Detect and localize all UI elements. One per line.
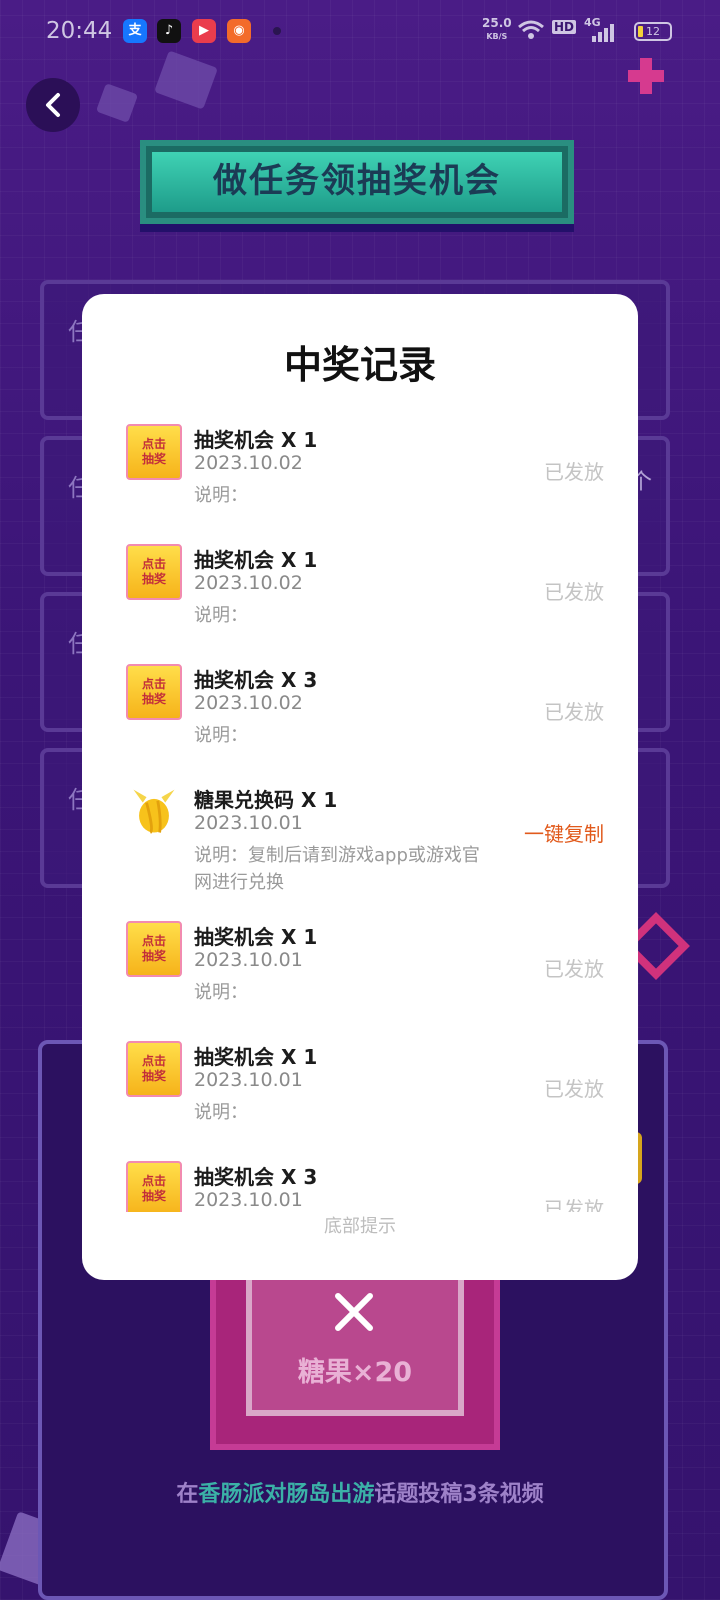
ticket-icon-text: 点击 <box>141 677 166 691</box>
pixel-deco <box>628 70 664 82</box>
record-date: 2023.10.01 <box>194 812 303 834</box>
ticket-icon-text: 点击 <box>141 1054 166 1068</box>
record-status: 已发放 <box>544 460 604 484</box>
wifi-icon <box>518 20 544 44</box>
record-title: 抽奖机会 X 1 <box>194 428 318 452</box>
back-button[interactable] <box>26 78 80 132</box>
ticket-icon-text: 点击 <box>141 1174 166 1188</box>
record-note: 说明：复制后请到游戏app或游戏官网进行兑换 <box>194 845 480 893</box>
battery-icon: 12 <box>634 22 672 41</box>
record-status: 已发放 <box>544 1197 604 1212</box>
signal-icon <box>590 24 614 46</box>
record-note: 说明： <box>194 982 248 1003</box>
record-row: 点击 抽奖 抽奖机会 X 3 2023.10.02 说明： 已发放 <box>82 654 638 774</box>
pixel-deco <box>640 82 652 94</box>
ticket-icon-text: 点击 <box>141 437 166 451</box>
record-date: 2023.10.02 <box>194 572 303 594</box>
record-date: 2023.10.01 <box>194 1189 303 1211</box>
task-prefix: 在 <box>176 1482 199 1507</box>
net-speed-value: 25.0 <box>482 16 512 30</box>
tiktok-icon: ♪ <box>157 19 181 43</box>
lottery-ticket-icon: 点击 抽奖 <box>126 664 182 720</box>
modal-footer: 底部提示 <box>324 1216 396 1237</box>
copy-code-button[interactable]: 一键复制 <box>524 818 604 847</box>
ticket-icon-text: 抽奖 <box>141 572 166 586</box>
record-date: 2023.10.01 <box>194 949 303 971</box>
ticket-icon-text: 抽奖 <box>141 692 166 706</box>
hd-icon: HD <box>552 20 577 34</box>
task-banner: 做任务领抽奖机会 <box>146 146 568 218</box>
record-title: 抽奖机会 X 3 <box>194 668 318 692</box>
task-description: 在香肠派对肠岛出游话题投稿3条视频 <box>0 1476 720 1508</box>
record-status: 已发放 <box>544 700 604 724</box>
chevron-left-icon <box>46 93 60 117</box>
ticket-icon-text: 点击 <box>141 557 166 571</box>
record-note: 说明： <box>194 485 248 506</box>
status-bar: 20:44 支 ♪ ▶ ◉ 25.0 KB/S HD 4G 12 <box>0 0 720 64</box>
lottery-ticket-icon: 点击 抽奖 <box>126 1041 182 1097</box>
ticket-icon-text: 抽奖 <box>141 1189 166 1203</box>
kuaishou-icon: ◉ <box>227 19 251 43</box>
record-row: 点击 抽奖 抽奖机会 X 1 2023.10.01 说明： 已发放 <box>82 911 638 1031</box>
lottery-ticket-icon: 点击 抽奖 <box>126 921 182 977</box>
record-date: 2023.10.02 <box>194 692 303 714</box>
record-row: 点击 抽奖 抽奖机会 X 1 2023.10.01 说明： 已发放 <box>82 1031 638 1151</box>
record-title: 抽奖机会 X 1 <box>194 925 318 949</box>
record-list[interactable]: 点击 抽奖 抽奖机会 X 1 2023.10.02 说明： 已发放 点击 抽奖 抽奖机会 X 1… <box>82 414 638 1212</box>
battery-level: 12 <box>646 25 660 38</box>
ticket-icon-text: 点击 <box>141 934 166 948</box>
task-suffix: 话题投稿3条视频 <box>374 1482 544 1507</box>
record-date: 2023.10.02 <box>194 452 303 474</box>
record-date: 2023.10.01 <box>194 1069 303 1091</box>
record-row: 点击 抽奖 抽奖机会 X 1 2023.10.02 说明： 已发放 <box>82 414 638 534</box>
record-note: 说明： <box>194 605 248 626</box>
candy-reward-label: 糖果×20 <box>297 1357 413 1388</box>
ticket-icon-text: 抽奖 <box>141 452 166 466</box>
record-title: 抽奖机会 X 3 <box>194 1165 318 1189</box>
pixel-deco <box>640 58 652 70</box>
video-player-icon: ▶ <box>192 19 216 43</box>
record-row: 点击抽奖抽奖机会 X 32023.10.01说明：已发放 <box>82 1151 638 1212</box>
notification-dot <box>273 27 281 35</box>
candy-icon <box>126 784 182 840</box>
alipay-icon: 支 <box>123 19 147 43</box>
close-button[interactable] <box>326 1284 382 1340</box>
ticket-icon-text: 抽奖 <box>141 949 166 963</box>
net-speed: 25.0 KB/S <box>482 17 512 43</box>
lottery-ticket-icon: 点击 抽奖 <box>126 424 182 480</box>
task-topic[interactable]: 香肠派对肠岛出游 <box>198 1482 374 1507</box>
banner-title: 做任务领抽奖机会 <box>213 161 501 201</box>
record-row: 点击 抽奖 抽奖机会 X 1 2023.10.02 说明： 已发放 <box>82 534 638 654</box>
record-title: 抽奖机会 X 1 <box>194 1045 318 1069</box>
record-status: 已发放 <box>544 957 604 981</box>
status-time: 20:44 <box>46 18 113 44</box>
close-icon <box>335 1293 373 1331</box>
ticket-icon-text: 抽奖 <box>141 1069 166 1083</box>
lottery-ticket-icon: 点击 抽奖 <box>126 1161 182 1212</box>
modal-title: 中奖记录 <box>283 343 436 387</box>
prize-record-modal: 中奖记录 点击 抽奖 抽奖机会 X 1 2023.10.02 说明： 已发放 点击 抽奖 抽奖机… <box>82 294 638 1280</box>
lottery-ticket-icon: 点击 抽奖 <box>126 544 182 600</box>
record-title: 抽奖机会 X 1 <box>194 548 318 572</box>
net-speed-unit: KB/S <box>486 32 508 41</box>
record-row: 糖果兑换码 X 1 2023.10.01 说明：复制后请到游戏app或游戏官网进行兑… <box>82 774 638 911</box>
record-title: 糖果兑换码 X 1 <box>194 788 338 812</box>
record-note: 说明： <box>194 1102 248 1123</box>
record-note: 说明： <box>194 725 248 746</box>
record-status: 已发放 <box>544 580 604 604</box>
record-status: 已发放 <box>544 1077 604 1101</box>
